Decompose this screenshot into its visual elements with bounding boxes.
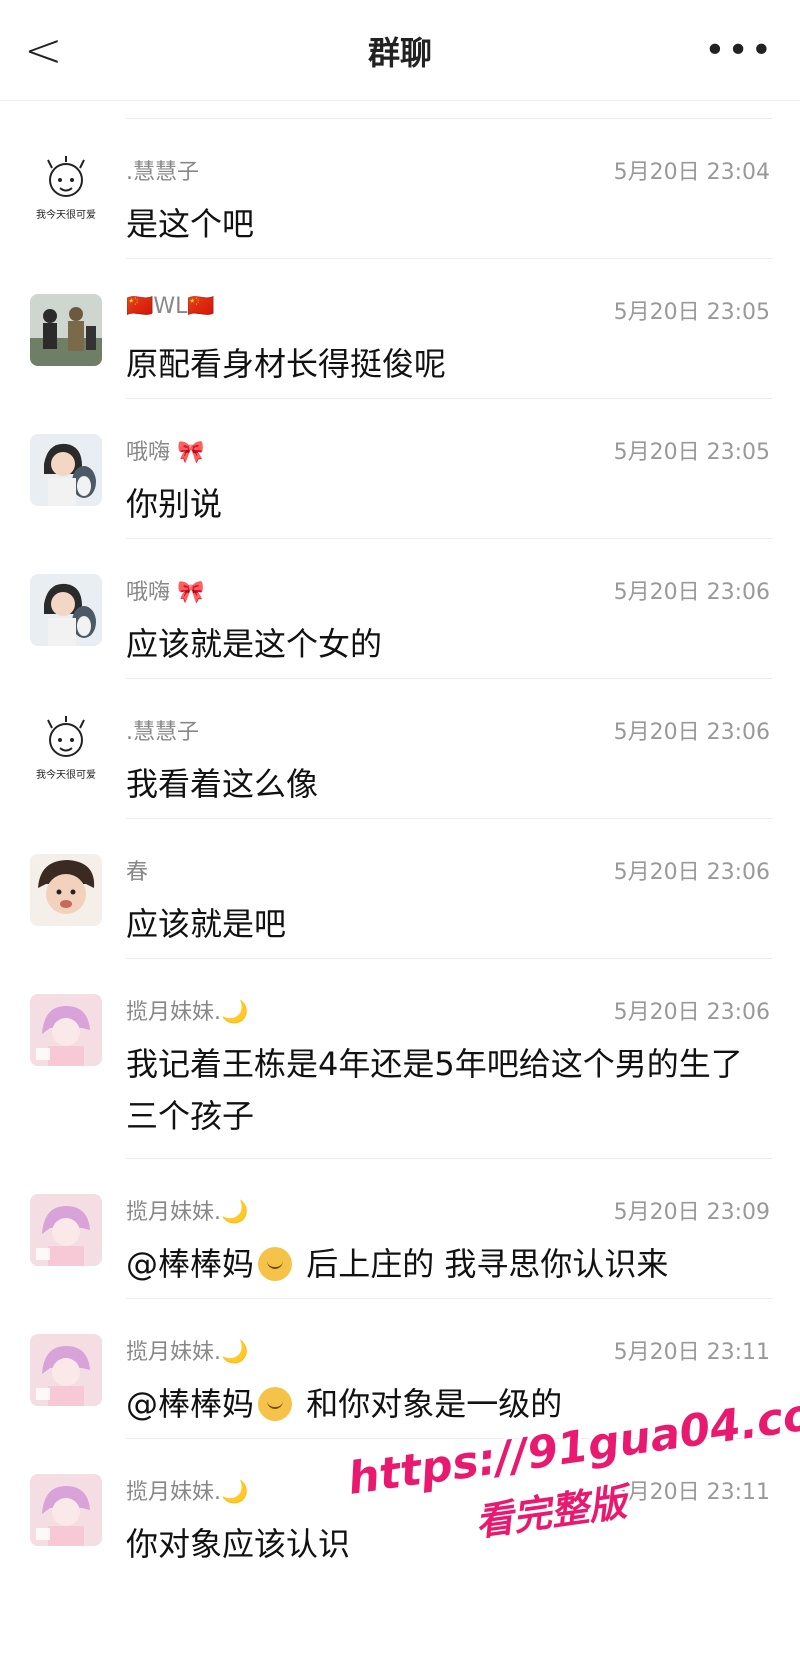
sender-name: 哦嗨 🎀 xyxy=(126,580,205,605)
divider xyxy=(126,398,772,399)
girl-bird-avatar[interactable] xyxy=(30,434,102,506)
message-item: 我今天很可爱 .慧慧子 5月20日 23:06 我看着这么像 xyxy=(0,678,800,818)
message-time: 5月20日 23:05 xyxy=(613,440,770,465)
message-text: 原配看身材长得挺俊呢 xyxy=(126,345,447,383)
message-item: 🇨🇳WL🇨🇳 5月20日 23:05 原配看身材长得挺俊呢 xyxy=(0,258,800,398)
message-text: 应该就是这个女的 xyxy=(126,625,383,663)
divider xyxy=(126,678,772,679)
sender-name: 🇨🇳WL🇨🇳 xyxy=(126,294,215,319)
message-text: 你别说 xyxy=(126,485,223,523)
child-avatar[interactable] xyxy=(30,854,102,926)
message-item: 春 5月20日 23:06 应该就是吧 xyxy=(0,818,800,958)
message-text-rest: 后上庄的 我寻思你认识来 xyxy=(306,1245,669,1283)
divider xyxy=(126,118,772,119)
sender-name: 揽月妹妹.🌙 xyxy=(126,1200,249,1225)
message-text: 我看着这么像 xyxy=(126,765,319,803)
message-text: 应该就是吧 xyxy=(126,905,287,943)
divider xyxy=(126,538,772,539)
anime-pink-avatar[interactable] xyxy=(30,1334,102,1406)
avatar-caption: 我今天很可爱 xyxy=(36,210,96,221)
group-photo-avatar[interactable] xyxy=(30,294,102,366)
message-time: 5月20日 23:06 xyxy=(613,720,770,745)
line-drawing-avatar[interactable]: 我今天很可爱 xyxy=(30,714,102,786)
message-item: 揽月妹妹.🌙 5月20日 23:09 @棒棒妈 后上庄的 我寻思你认识来 xyxy=(0,1158,800,1298)
message-item: 揽月妹妹.🌙 5月20日 23:11 你对象应该认识 xyxy=(0,1438,800,1578)
message-list: 我今天很可爱 .慧慧子 5月20日 23:04 是这个吧 🇨🇳WL🇨🇳 5月20… xyxy=(0,118,800,1578)
divider xyxy=(126,1298,772,1299)
divider xyxy=(126,818,772,819)
mention[interactable]: @棒棒妈 xyxy=(126,1385,254,1423)
message-time: 5月20日 23:11 xyxy=(613,1340,770,1365)
message-text: @棒棒妈 后上庄的 我寻思你认识来 xyxy=(126,1238,770,1290)
message-text: 是这个吧 xyxy=(126,205,255,243)
message-text: 我记着王栋是4年还是5年吧给这个男的生了三个孩子 xyxy=(126,1045,743,1135)
message-time: 5月20日 23:06 xyxy=(613,580,770,605)
message-text-rest: 和你对象是一级的 xyxy=(306,1385,563,1423)
page-title: 群聊 xyxy=(367,34,432,72)
sender-name: 哦嗨 🎀 xyxy=(126,440,205,465)
message-text: @棒棒妈 和你对象是一级的 xyxy=(126,1378,770,1430)
anime-pink-avatar[interactable] xyxy=(30,1194,102,1266)
message-time: 5月20日 23:04 xyxy=(613,160,770,185)
more-options-icon[interactable]: ••• xyxy=(704,30,774,71)
message-item: 揽月妹妹.🌙 5月20日 23:06 我记着王栋是4年还是5年吧给这个男的生了三… xyxy=(0,958,800,1158)
sender-name: .慧慧子 xyxy=(126,720,199,745)
girl-bird-avatar[interactable] xyxy=(30,574,102,646)
message-text: 你对象应该认识 xyxy=(126,1525,351,1563)
baby-face-icon xyxy=(258,1387,293,1421)
sender-name: 揽月妹妹.🌙 xyxy=(126,1480,249,1505)
sender-name: 春 xyxy=(126,860,149,885)
divider xyxy=(126,1158,772,1159)
message-item: 哦嗨 🎀 5月20日 23:06 应该就是这个女的 xyxy=(0,538,800,678)
mention[interactable]: @棒棒妈 xyxy=(126,1245,254,1283)
message-time: 5月20日 23:05 xyxy=(613,300,770,325)
message-time: 5月20日 23:06 xyxy=(613,1000,770,1025)
divider xyxy=(126,258,772,259)
top-bar: < 群聊 ••• xyxy=(0,0,800,101)
message-time: 5月20日 23:09 xyxy=(613,1200,770,1225)
sender-name: 揽月妹妹.🌙 xyxy=(126,1000,249,1025)
anime-pink-avatar[interactable] xyxy=(30,1474,102,1546)
avatar-caption: 我今天很可爱 xyxy=(36,770,96,781)
message-item: 哦嗨 🎀 5月20日 23:05 你别说 xyxy=(0,398,800,538)
message-item: 揽月妹妹.🌙 5月20日 23:11 @棒棒妈 和你对象是一级的 xyxy=(0,1298,800,1438)
baby-face-icon xyxy=(258,1247,293,1281)
sender-name: 揽月妹妹.🌙 xyxy=(126,1340,249,1365)
message-time: 5月20日 23:11 xyxy=(613,1480,770,1505)
line-drawing-avatar[interactable]: 我今天很可爱 xyxy=(30,154,102,226)
message-item: 我今天很可爱 .慧慧子 5月20日 23:04 是这个吧 xyxy=(0,118,800,258)
divider xyxy=(126,1438,772,1439)
message-time: 5月20日 23:06 xyxy=(613,860,770,885)
sender-name: .慧慧子 xyxy=(126,160,199,185)
divider xyxy=(126,958,772,959)
anime-pink-avatar[interactable] xyxy=(30,994,102,1066)
